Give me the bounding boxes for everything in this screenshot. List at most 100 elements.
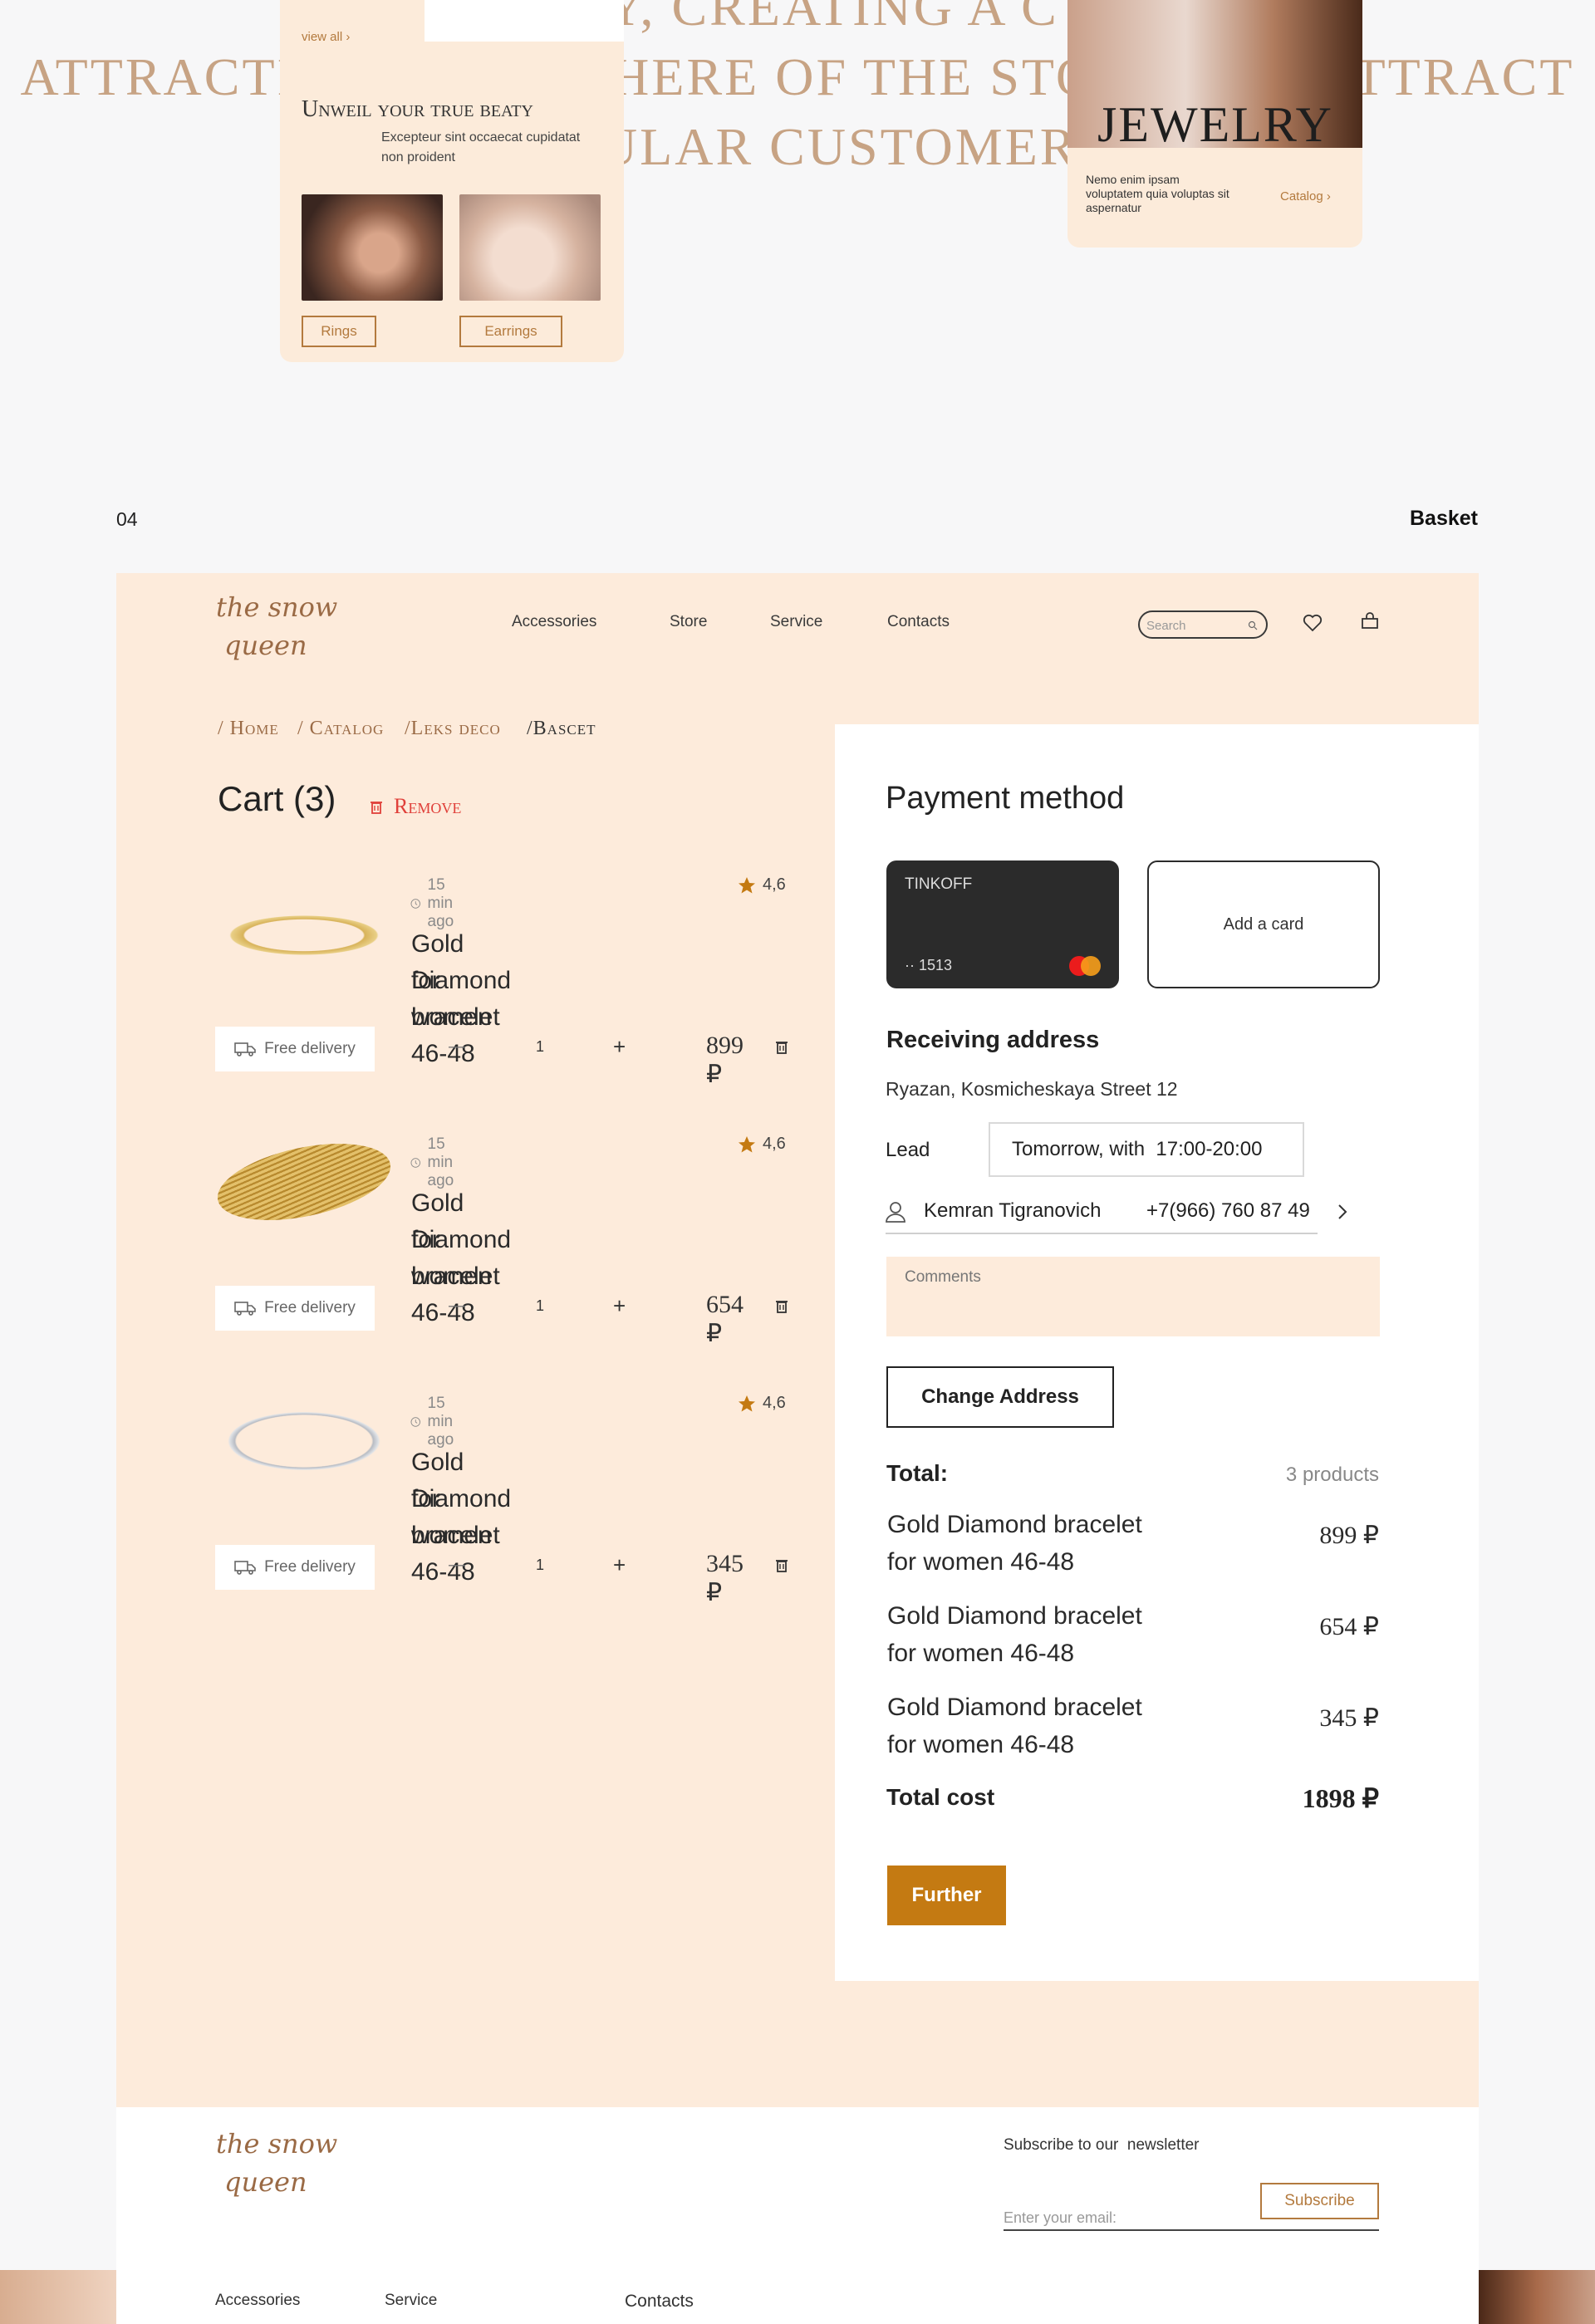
- qty-minus-button[interactable]: —: [449, 1037, 465, 1057]
- cart-title: Cart (3): [218, 779, 336, 818]
- free-delivery-badge: Free delivery: [215, 1286, 375, 1331]
- further-label: Further: [911, 1884, 982, 1906]
- time-label: 15 min ago: [427, 1135, 454, 1189]
- footer-link-service[interactable]: Service: [385, 2292, 437, 2310]
- nav-accessories[interactable]: Accessories: [512, 613, 596, 631]
- summary-line-title-1: Gold Diamond bracelet: [887, 1602, 1142, 1630]
- total-count: 3 products: [1285, 1464, 1379, 1486]
- add-card-button[interactable]: Add a card: [1147, 860, 1380, 988]
- catalog-link[interactable]: Catalog ›: [1280, 189, 1331, 203]
- promo-card-left: view all › Unweil your true beaty Except…: [280, 0, 624, 362]
- item-rating: 4,6: [738, 875, 786, 895]
- subscribe-button[interactable]: Subscribe: [1260, 2183, 1379, 2219]
- rings-button[interactable]: Rings: [302, 316, 376, 347]
- earrings-button[interactable]: Earrings: [459, 316, 562, 347]
- mastercard-icon: [1069, 956, 1101, 976]
- summary-line-title-2: for women 46-48: [887, 1640, 1075, 1667]
- item-trash-icon[interactable]: [776, 1299, 788, 1313]
- remove-label: Remove: [394, 794, 462, 818]
- jewelry-title: JEWELRY: [1097, 97, 1333, 152]
- footer-link-contacts[interactable]: Contacts: [625, 2292, 694, 2312]
- qty-plus-button[interactable]: +: [613, 1552, 626, 1578]
- star-icon: [739, 1395, 755, 1411]
- newsletter-label: Subscribe to our newsletter: [1004, 2136, 1200, 2154]
- heart-icon[interactable]: [1303, 614, 1323, 632]
- clock-icon: [410, 1417, 420, 1427]
- crumb-bascet: /Bascet: [527, 718, 596, 739]
- footer-logo-line-1: the snow: [216, 2128, 338, 2160]
- lead-time-value: Tomorrow, with 17:00-20:00: [1012, 1138, 1263, 1160]
- clock-icon: [410, 899, 420, 909]
- qty-value[interactable]: 1: [536, 1038, 544, 1056]
- star-icon: [739, 1135, 755, 1152]
- contact-phone: +7(966) 760 87 49: [1146, 1199, 1310, 1222]
- rating-value: 4,6: [763, 875, 786, 894]
- logo[interactable]: the snow queen: [216, 588, 337, 664]
- change-address-button[interactable]: Change Address: [886, 1366, 1114, 1428]
- remove-all-button[interactable]: Remove: [371, 794, 461, 819]
- qty-minus-button[interactable]: —: [449, 1297, 465, 1316]
- contact-row[interactable]: Kemran Tigranovich +7(966) 760 87 49: [886, 1196, 1318, 1234]
- section-number: 04: [116, 508, 138, 530]
- diamond-bracelet-photo[interactable]: [216, 860, 392, 985]
- star-icon: [739, 876, 755, 893]
- summary-line-price: 899 ₽: [1319, 1522, 1379, 1549]
- qty-plus-button[interactable]: +: [613, 1034, 626, 1060]
- subscribe-label: Subscribe: [1284, 2192, 1355, 2209]
- item-trash-icon[interactable]: [776, 1558, 788, 1572]
- delivery-label: Free delivery: [264, 1299, 356, 1316]
- chevron-right-icon[interactable]: [1337, 1204, 1347, 1220]
- footer-logo-line-2: queen: [224, 2166, 307, 2198]
- bank-card[interactable]: TINKOFF ·· 1513: [886, 860, 1119, 988]
- lead-time-field[interactable]: Tomorrow, with 17:00-20:00: [989, 1122, 1304, 1177]
- footer-logo[interactable]: the snow queen: [216, 2125, 337, 2201]
- qty-plus-button[interactable]: +: [613, 1293, 626, 1319]
- item-trash-icon[interactable]: [776, 1040, 788, 1054]
- total-cost-value: 1898 ₽: [1302, 1783, 1379, 1813]
- crumb-leks[interactable]: /Leks deco: [405, 718, 501, 740]
- email-placeholder: Enter your email:: [1004, 2209, 1117, 2226]
- truck-icon: [234, 1561, 256, 1575]
- comments-field[interactable]: Comments: [886, 1257, 1380, 1336]
- item-price: 345 ₽: [706, 1550, 744, 1606]
- qty-value[interactable]: 1: [536, 1557, 544, 1574]
- logo-line-2: queen: [224, 630, 307, 661]
- address-title: Receiving address: [886, 1027, 1100, 1053]
- qty-minus-button[interactable]: —: [449, 1556, 465, 1575]
- comments-placeholder: Comments: [905, 1268, 981, 1286]
- crumb-catalog[interactable]: / Catalog: [297, 718, 384, 740]
- logo-line-1: the snow: [216, 591, 338, 623]
- time-label: 15 min ago: [427, 1395, 454, 1449]
- footer-link-accessories[interactable]: Accessories: [215, 2292, 300, 2310]
- summary-line-price: 654 ₽: [1319, 1613, 1379, 1640]
- lead-label: Lead: [886, 1139, 930, 1161]
- item-time: 15 min ago: [410, 876, 465, 931]
- card-white-block: [425, 0, 624, 42]
- section-title: Basket: [1410, 507, 1478, 530]
- truck-icon: [234, 1302, 256, 1316]
- summary-line-title-1: Gold Diamond bracelet: [887, 1694, 1142, 1721]
- item-rating: 4,6: [738, 1394, 786, 1413]
- nav-contacts[interactable]: Contacts: [887, 613, 950, 631]
- total-cost-label: Total cost: [886, 1784, 995, 1810]
- summary-line-price: 345 ₽: [1319, 1704, 1379, 1732]
- qty-value[interactable]: 1: [536, 1297, 544, 1315]
- trash-icon: [371, 801, 382, 814]
- nav-service[interactable]: Service: [770, 613, 822, 631]
- search-box[interactable]: Search: [1138, 610, 1268, 639]
- clock-icon: [410, 1158, 420, 1168]
- view-all-link[interactable]: view all ›: [302, 30, 350, 44]
- item-time: 15 min ago: [410, 1135, 465, 1190]
- user-icon: [886, 1202, 905, 1223]
- card-number: ·· 1513: [905, 957, 953, 973]
- bag-icon[interactable]: [1361, 612, 1379, 630]
- search-icon: [1248, 620, 1258, 630]
- contact-name: Kemran Tigranovich: [924, 1199, 1102, 1222]
- footer-right-photo: [1479, 2270, 1595, 2324]
- crumb-home[interactable]: / Home: [218, 718, 279, 740]
- add-card-label: Add a card: [1223, 914, 1304, 934]
- blue-stone-bracelet-photo[interactable]: [216, 1379, 392, 1503]
- address-value: Ryazan, Kosmicheskaya Street 12: [886, 1078, 1178, 1100]
- nav-store[interactable]: Store: [670, 613, 707, 631]
- further-button[interactable]: Further: [887, 1866, 1006, 1925]
